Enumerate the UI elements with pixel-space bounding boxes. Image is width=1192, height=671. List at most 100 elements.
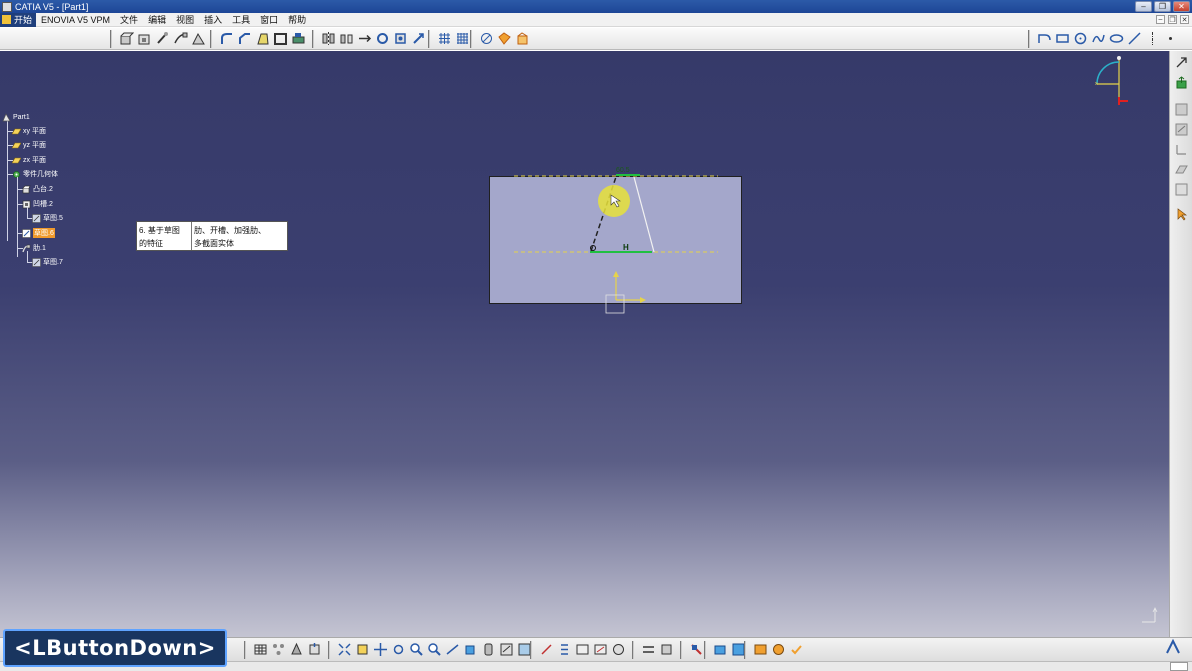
tree-item-sketch-7[interactable]: 草图.7: [32, 256, 63, 268]
swap-visible-icon[interactable]: [640, 641, 657, 658]
snap-grid-icon[interactable]: [454, 30, 471, 47]
ellipse-icon[interactable]: [1108, 30, 1125, 47]
thickness-icon[interactable]: [290, 30, 307, 47]
tree-root-part[interactable]: Part1: [2, 111, 30, 123]
pad-icon[interactable]: [118, 30, 135, 47]
chamfer-icon[interactable]: [236, 30, 253, 47]
measure-icon[interactable]: [478, 30, 495, 47]
geometry-list-icon[interactable]: [574, 641, 591, 658]
shading-icon[interactable]: [480, 641, 497, 658]
axis-system-icon[interactable]: [1173, 141, 1190, 158]
shell-icon[interactable]: [272, 30, 289, 47]
catia-logo-icon: [1166, 638, 1180, 654]
rotate-view-icon[interactable]: [390, 641, 407, 658]
doc-minimize-button[interactable]: –: [1156, 15, 1165, 24]
pan-icon[interactable]: [372, 641, 389, 658]
cut-part-icon[interactable]: [538, 641, 555, 658]
minimize-button[interactable]: –: [1135, 1, 1152, 12]
tooltip-desc-line2: 多截面实体: [194, 239, 234, 248]
tree-item-rib-1[interactable]: 肋.1: [22, 242, 46, 254]
sketch-icon: [32, 213, 41, 223]
tree-item-part-body[interactable]: 零件几何体: [12, 168, 58, 180]
table-icon[interactable]: [252, 641, 269, 658]
constraint-defined-icon[interactable]: [1173, 121, 1190, 138]
command-input[interactable]: [1170, 662, 1188, 671]
doc-close-button[interactable]: ✕: [1180, 15, 1189, 24]
menu-edit[interactable]: 编辑: [143, 13, 171, 26]
axis-icon[interactable]: [1144, 30, 1161, 47]
normal-view-icon[interactable]: [306, 641, 323, 658]
apply-material-icon[interactable]: [688, 641, 705, 658]
zoom-area-icon[interactable]: [354, 641, 371, 658]
iso-view-icon[interactable]: [462, 641, 479, 658]
plane-tool-icon[interactable]: [1173, 161, 1190, 178]
exit-workbench-icon[interactable]: [1173, 54, 1190, 71]
tree-item-sketch-5[interactable]: 草图.5: [32, 212, 63, 224]
zoom-out-icon[interactable]: [426, 641, 443, 658]
menu-help[interactable]: 帮助: [283, 13, 311, 26]
symmetry-icon[interactable]: [338, 30, 355, 47]
tree-item-yz-plane[interactable]: yz 平面: [11, 139, 46, 151]
point-icon[interactable]: [1162, 30, 1179, 47]
start-menu[interactable]: 开始: [0, 12, 37, 27]
tree-item-sketch-6[interactable]: 草图.6: [22, 227, 55, 239]
close-button[interactable]: ✕: [1173, 1, 1190, 12]
shaft-icon[interactable]: [154, 30, 171, 47]
geometry-viewport[interactable]: Part1 xy 平面 yz 平面 zx 平面 零件几何体 凸台.2 凹槽.2 …: [0, 51, 1169, 637]
start-logo-icon: [2, 15, 11, 24]
menu-tools[interactable]: 工具: [227, 13, 255, 26]
tree-item-pad-2[interactable]: 凸台.2: [22, 183, 53, 195]
menu-enovia[interactable]: ENOVIA V5 VPM: [36, 15, 115, 25]
right-slanted-line[interactable]: [633, 176, 655, 253]
profile-icon[interactable]: [1036, 30, 1053, 47]
mirror-icon[interactable]: [320, 30, 337, 47]
formula-icon[interactable]: [752, 641, 769, 658]
origin-box[interactable]: [605, 294, 625, 314]
menu-file[interactable]: 文件: [115, 13, 143, 26]
sketch-analysis-icon[interactable]: [514, 30, 531, 47]
rotation-icon[interactable]: [374, 30, 391, 47]
sketch-tool-icon[interactable]: [1173, 181, 1190, 198]
rule-icon[interactable]: [770, 641, 787, 658]
spline-icon[interactable]: [1090, 30, 1107, 47]
update-icon[interactable]: [1173, 74, 1190, 91]
tree-item-xy-plane[interactable]: xy 平面: [11, 125, 46, 137]
rectangle-icon[interactable]: [1054, 30, 1071, 47]
render-style-icon[interactable]: [712, 641, 729, 658]
normal-to-icon[interactable]: [444, 641, 461, 658]
menu-insert[interactable]: 插入: [199, 13, 227, 26]
publish-icon[interactable]: [496, 30, 513, 47]
select-icon[interactable]: [1173, 206, 1190, 223]
top-constraint-label: 60.5: [616, 167, 630, 174]
sketch-solving-icon[interactable]: [610, 641, 627, 658]
check-icon[interactable]: [788, 641, 805, 658]
menu-view[interactable]: 视图: [171, 13, 199, 26]
translation-icon[interactable]: [356, 30, 373, 47]
compass-icon[interactable]: x: [1090, 53, 1130, 108]
doc-restore-button[interactable]: ❐: [1168, 15, 1177, 24]
diagnostic-icon[interactable]: [592, 641, 609, 658]
rib-icon[interactable]: [172, 30, 189, 47]
hide-show-icon[interactable]: [498, 641, 515, 658]
scaling-icon[interactable]: [410, 30, 427, 47]
stiffener-icon[interactable]: [190, 30, 207, 47]
edge-fillet-icon[interactable]: [218, 30, 235, 47]
tree-toggle-icon[interactable]: [270, 641, 287, 658]
zoom-in-icon[interactable]: [408, 641, 425, 658]
fit-all-icon[interactable]: [336, 641, 353, 658]
draft-icon[interactable]: [254, 30, 271, 47]
line-icon[interactable]: [1126, 30, 1143, 47]
constraint-icon[interactable]: [1173, 101, 1190, 118]
rectangular-pattern-icon[interactable]: [392, 30, 409, 47]
fly-mode-icon[interactable]: [288, 641, 305, 658]
grid-icon[interactable]: [436, 30, 453, 47]
restore-button[interactable]: ❐: [1154, 1, 1171, 12]
menu-window[interactable]: 窗口: [255, 13, 283, 26]
circle-icon[interactable]: [1072, 30, 1089, 47]
layer-icon[interactable]: [658, 641, 675, 658]
pocket-icon[interactable]: [136, 30, 153, 47]
catia-app-icon[interactable]: [2, 1, 12, 12]
sketch-geometry[interactable]: 60.5 H: [480, 161, 760, 321]
constraint-list-icon[interactable]: [556, 641, 573, 658]
tree-item-zx-plane[interactable]: zx 平面: [11, 154, 46, 166]
